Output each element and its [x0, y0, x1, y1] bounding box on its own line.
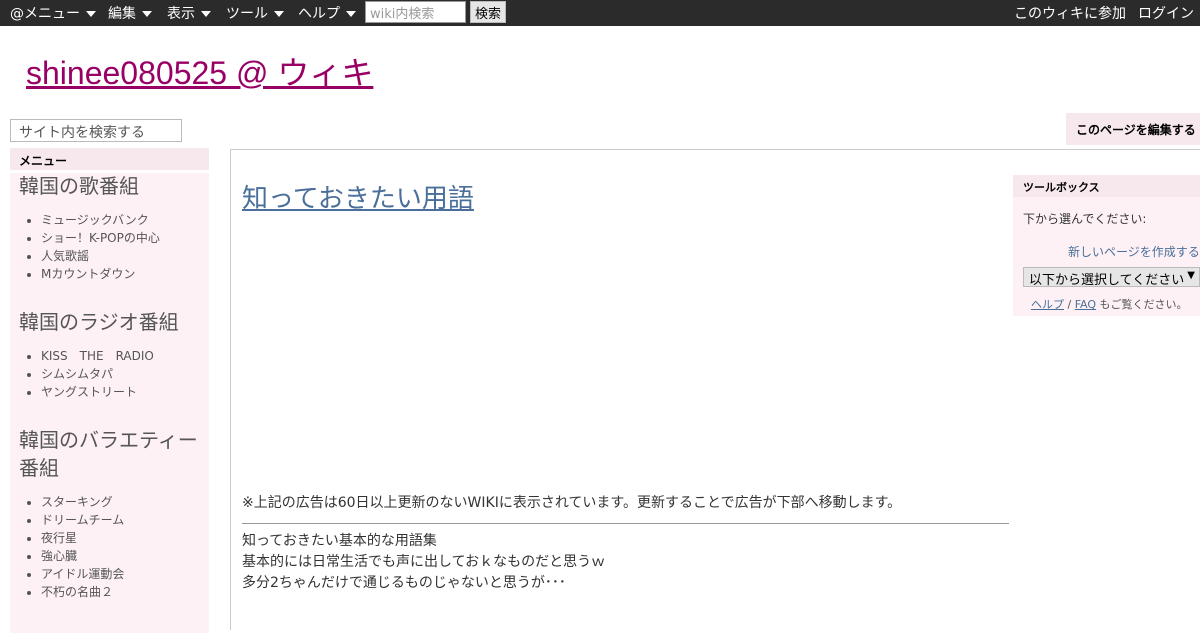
sidebar-link[interactable]: 人気歌謡 [41, 247, 200, 265]
chevron-down-icon [142, 11, 152, 17]
toolbox-heading: ツールボックス [1013, 175, 1200, 197]
menu-edit-label: 編集 [108, 6, 136, 22]
sidebar-panel: 韓国の歌番組 ミュージックバンク ショー！K-POPの中心 人気歌謡 Mカウント… [10, 173, 209, 633]
site-search-input[interactable]: サイト内を検索する [10, 119, 182, 142]
sidebar-link[interactable]: スターキング [41, 493, 200, 511]
create-page-link[interactable]: 新しいページを作成する [1068, 243, 1200, 260]
help-link[interactable]: ヘルプ [1031, 298, 1064, 311]
chevron-down-icon [86, 11, 96, 17]
chevron-down-icon [346, 11, 356, 17]
join-wiki-link[interactable]: このウィキに参加 [1014, 0, 1126, 26]
site-title-link[interactable]: shinee080525 @ ウィキ [26, 48, 373, 94]
menu-help-label: ヘルプ [298, 6, 340, 22]
body-line: 知っておきたい基本的な用語集 [242, 533, 437, 549]
sidebar-section-variety: 韓国のバラエティー番組 スターキング ドリームチーム 夜行星 強心臓 アイドル運… [19, 427, 200, 601]
dropdown-arrow-icon: ▼ [1187, 270, 1195, 281]
menu-tools-label: ツール [226, 6, 268, 22]
sidebar-link[interactable]: 強心臓 [41, 547, 200, 565]
divider [242, 523, 1009, 524]
sidebar-link[interactable]: ショー！K-POPの中心 [41, 229, 200, 247]
faq-link[interactable]: FAQ [1075, 298, 1096, 311]
ad-notice: ※上記の広告は60日以上更新のないWIKIに表示されています。更新することで広告… [242, 495, 902, 511]
section-heading-line: 韓国のバラエティー [19, 430, 198, 452]
wiki-search-input[interactable]: wiki内検索 [365, 1, 466, 23]
section-heading-line: 番組 [19, 458, 59, 480]
sidebar-link[interactable]: 夜行星 [41, 529, 200, 547]
section-heading: 韓国のバラエティー 番組 [19, 427, 200, 483]
menu-tools[interactable]: ツール [226, 0, 284, 26]
sidebar-link[interactable]: ヤングストリート [41, 383, 200, 401]
menu-edit[interactable]: 編集 [108, 0, 152, 26]
menu-help[interactable]: ヘルプ [298, 0, 356, 26]
body-line: 基本的には日常生活でも声に出しておｋなものだと思うｗ [242, 554, 606, 570]
search-button[interactable]: 検索 [470, 1, 506, 23]
section-heading: 韓国の歌番組 [19, 176, 139, 198]
menu-view[interactable]: 表示 [167, 0, 211, 26]
menu-atmenu-label: @メニュー [10, 6, 80, 22]
help-separator: / [1067, 298, 1072, 311]
sidebar-section-radio: 韓国のラジオ番組 KISS THE RADIO シムシムタパ ヤングストリート [19, 309, 200, 401]
login-link[interactable]: ログイン [1138, 0, 1194, 26]
help-suffix: もご覧ください。 [1099, 298, 1188, 311]
sidebar-link[interactable]: KISS THE RADIO [41, 347, 200, 365]
section-heading: 韓国のラジオ番組 [19, 312, 179, 334]
sidebar-menu-heading: メニュー [10, 148, 209, 170]
toolbox-label: 下から選んでください: [1023, 212, 1147, 226]
toolbox-select[interactable]: 以下から選択してください ▼ [1023, 267, 1200, 288]
body-text: 知っておきたい基本的な用語集 基本的には日常生活でも声に出しておｋなものだと思う… [242, 531, 605, 594]
edit-page-button[interactable]: このページを編集する [1066, 113, 1200, 145]
sidebar-link[interactable]: ミュージックバンク [41, 211, 200, 229]
chevron-down-icon [274, 11, 284, 17]
sidebar-link[interactable]: 不朽の名曲２ [41, 583, 200, 601]
sidebar-link[interactable]: アイドル運動会 [41, 565, 200, 583]
page-title-link[interactable]: 知っておきたい用語 [242, 178, 474, 215]
menu-atmenu[interactable]: @メニュー [10, 0, 96, 26]
sidebar-link[interactable]: シムシムタパ [41, 365, 200, 383]
sidebar: メニュー 韓国の歌番組 ミュージックバンク ショー！K-POPの中心 人気歌謡 … [10, 148, 209, 633]
menu-view-label: 表示 [167, 6, 195, 22]
toolbox: ツールボックス 下から選んでください: 新しいページを作成する 以下から選択して… [1013, 175, 1200, 316]
body-line: 多分2ちゃんだけで通じるものじゃないと思うが･･･ [242, 575, 566, 591]
sidebar-link[interactable]: Mカウントダウン [41, 265, 200, 283]
chevron-down-icon [201, 11, 211, 17]
toolbox-help: ヘルプ / FAQ もご覧ください。 [1031, 296, 1188, 312]
toolbox-select-value: 以下から選択してください [1029, 273, 1185, 288]
sidebar-link[interactable]: ドリームチーム [41, 511, 200, 529]
sidebar-section-music: 韓国の歌番組 ミュージックバンク ショー！K-POPの中心 人気歌謡 Mカウント… [19, 173, 200, 283]
top-bar: @メニュー 編集 表示 ツール ヘルプ wiki内検索 検索 このウィキに参加 … [0, 0, 1200, 26]
